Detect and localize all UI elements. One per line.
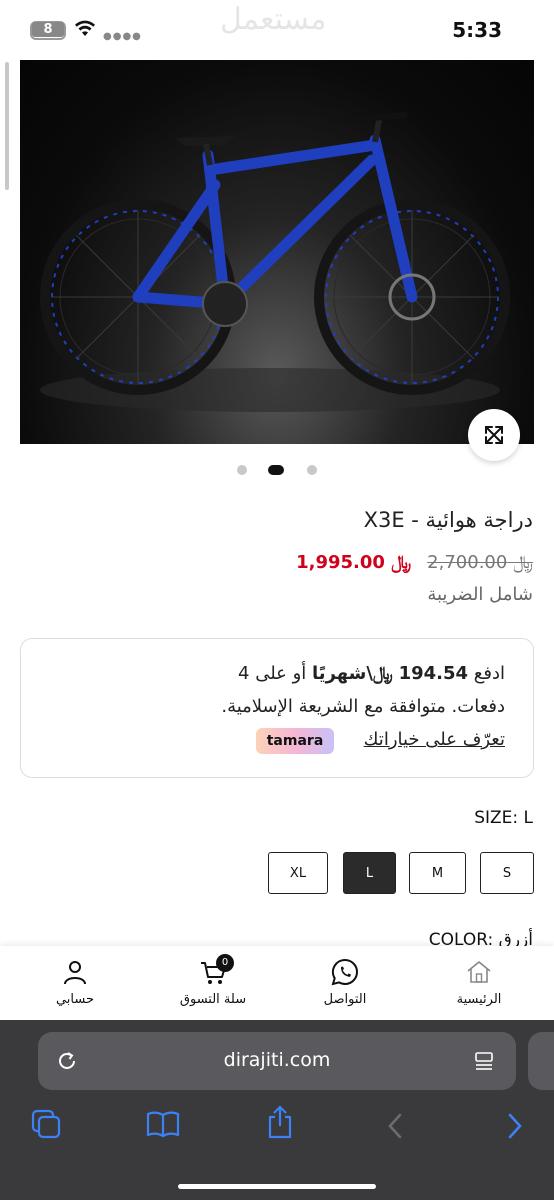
nav-account-label: حسابي [55, 992, 95, 1007]
nav-home-label: الرئيسية [456, 992, 502, 1007]
tamara-installments-box: ادفع 194.54 ﷼\شهريًا أو على 4 دفعات. متو… [20, 638, 534, 778]
bicycle-illustration [40, 112, 510, 412]
browser-toolbar: dirajiti.com [0, 1020, 554, 1200]
signal-dots-icon: ●●●● [103, 31, 142, 42]
whatsapp-icon [331, 958, 358, 986]
back-icon[interactable] [385, 1112, 405, 1140]
user-icon [64, 961, 86, 985]
nav-contact[interactable]: التواصل [290, 946, 400, 1020]
old-price: 2,700.00 ﷼ [427, 552, 533, 573]
url-text: dirajiti.com [223, 1049, 331, 1071]
cart-count-badge: 0 [216, 954, 234, 972]
tamara-amount: 194.54 [398, 663, 469, 684]
bottom-nav: حسابي 0 سلة التسوق التواصل الرئيسية [0, 946, 554, 1020]
tamara-logo: tamara [256, 728, 334, 754]
forward-icon[interactable] [505, 1112, 525, 1140]
tamara-line2: دفعات. متوافقة مع الشريعة الإسلامية. [221, 696, 505, 717]
size-option-l[interactable]: L [343, 852, 396, 894]
size-option-s[interactable]: S [480, 852, 534, 894]
expand-image-button[interactable] [468, 409, 520, 461]
bookmarks-icon[interactable] [146, 1109, 180, 1139]
battery-icon: 8 [30, 21, 66, 40]
carousel-dot-active[interactable] [268, 465, 284, 475]
next-tab-preview[interactable] [528, 1032, 554, 1090]
carousel-dot[interactable] [307, 465, 317, 475]
tax-note: شامل الضريبة [427, 584, 533, 605]
nav-account[interactable]: حسابي [20, 946, 130, 1020]
tamara-line1: ادفع 194.54 ﷼\شهريًا أو على 4 [238, 663, 505, 684]
sale-price: 1,995.00 ﷼ [296, 552, 412, 573]
reader-mode-icon[interactable] [473, 1050, 495, 1074]
carousel-dots [235, 463, 325, 477]
home-icon [467, 961, 491, 983]
carousel-dot[interactable] [237, 465, 247, 475]
wifi-icon [75, 20, 95, 36]
battery-level: 8 [32, 22, 64, 37]
nav-home[interactable]: الرئيسية [424, 946, 534, 1020]
clock: 5:33 [452, 18, 502, 42]
nav-cart-label: سلة التسوق [179, 992, 247, 1007]
home-indicator [178, 1184, 376, 1189]
product-title: دراجة هوائية - X3E [363, 508, 533, 532]
product-image[interactable] [20, 60, 534, 444]
price-row: 2,700.00 ﷼ 1,995.00 ﷼ [33, 552, 533, 573]
size-option-m[interactable]: M [409, 852, 466, 894]
watermark: مستعمل [220, 2, 327, 37]
expand-icon [485, 426, 503, 444]
tamara-learn-more-link[interactable]: تعرّف على خياراتك [364, 729, 505, 750]
size-label: SIZE: L [474, 808, 533, 828]
scroll-indicator[interactable] [5, 62, 9, 190]
status-bar: 8 ●●●● مستعمل 5:33 [0, 0, 554, 60]
nav-contact-label: التواصل [323, 992, 367, 1007]
size-option-xl[interactable]: XL [268, 852, 328, 894]
address-bar[interactable]: dirajiti.com [38, 1032, 516, 1090]
tabs-icon[interactable] [30, 1108, 62, 1140]
share-icon[interactable] [265, 1104, 295, 1140]
nav-cart[interactable]: 0 سلة التسوق [158, 946, 268, 1020]
